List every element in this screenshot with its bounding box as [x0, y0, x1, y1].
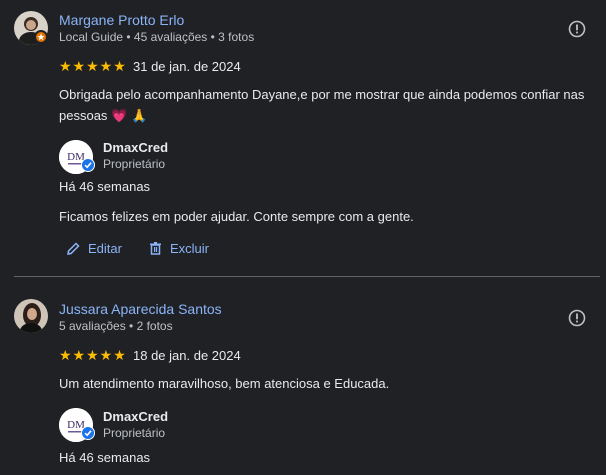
verified-icon [81, 158, 95, 172]
reply-time: Há 46 semanas [59, 450, 151, 465]
reply-text: Ficamos felizes em poder ajudar. Conte s… [59, 209, 414, 224]
delete-label: Excluir [170, 241, 210, 256]
owner-role: Proprietário [103, 157, 166, 171]
edit-reply-button[interactable]: Editar [66, 241, 122, 256]
owner-name: DmaxCred [103, 140, 169, 155]
reviewer-avatar[interactable] [14, 299, 48, 333]
review-date: 18 de jan. de 2024 [133, 348, 241, 363]
review-date: 31 de jan. de 2024 [133, 59, 241, 74]
reviewer-meta: 5 avaliações • 2 fotos [59, 319, 173, 333]
review-divider [14, 276, 600, 277]
reviewer-name[interactable]: Margane Protto Erlo [59, 12, 184, 28]
local-guide-badge-icon [34, 30, 48, 44]
report-flag-icon[interactable] [568, 309, 586, 327]
owner-name: DmaxCred [103, 409, 169, 424]
review-text: Um atendimento maravilhoso, bem atencios… [59, 376, 390, 391]
reviewer-name[interactable]: Jussara Aparecida Santos [59, 301, 222, 317]
verified-icon [81, 426, 95, 440]
reply-time: Há 46 semanas [59, 179, 151, 194]
pencil-icon [67, 242, 80, 255]
review-text-line: pessoas [59, 108, 108, 123]
trash-icon [150, 242, 161, 255]
star-rating: ★★★★★ [59, 58, 127, 74]
report-flag-icon[interactable] [568, 20, 586, 38]
heart-pray-emoji: 💗 🙏 [111, 109, 148, 124]
edit-label: Editar [88, 241, 122, 256]
review-text-line: Obrigada pelo acompanhamento Dayane,e po… [59, 87, 585, 102]
star-rating: ★★★★★ [59, 347, 127, 363]
delete-reply-button[interactable]: Excluir [148, 241, 209, 256]
review-text: Obrigada pelo acompanhamento Dayane,e po… [59, 84, 599, 127]
reviewer-meta: Local Guide • 45 avaliações • 3 fotos [59, 30, 255, 44]
owner-role: Proprietário [103, 426, 166, 440]
